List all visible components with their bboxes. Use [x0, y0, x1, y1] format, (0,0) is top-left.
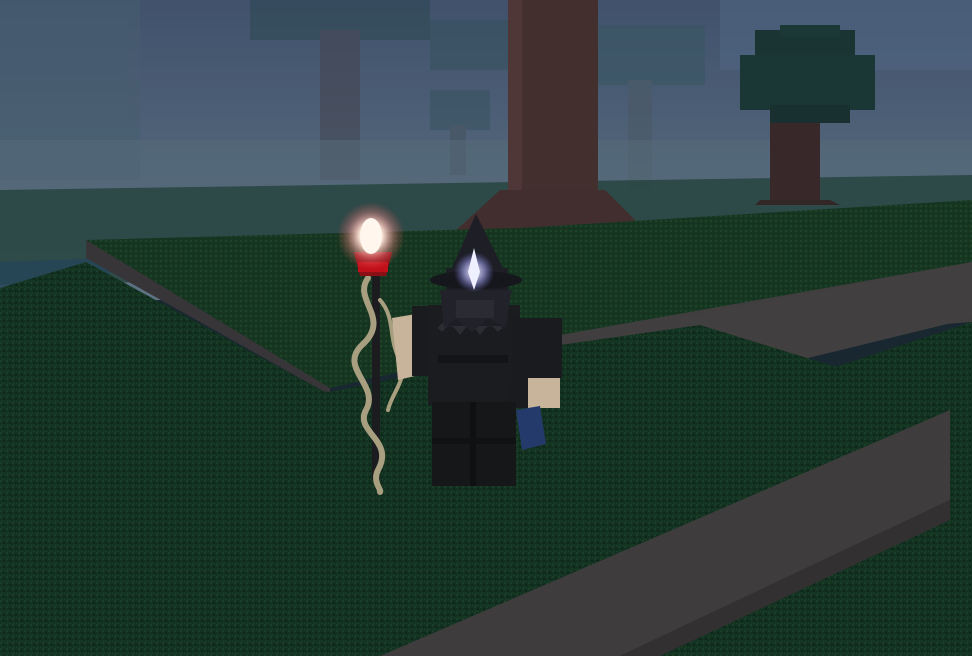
- game-viewport[interactable]: [0, 0, 972, 656]
- right-shoulder: [512, 318, 562, 378]
- game-scene[interactable]: [0, 0, 972, 656]
- staff-orb: [360, 218, 382, 254]
